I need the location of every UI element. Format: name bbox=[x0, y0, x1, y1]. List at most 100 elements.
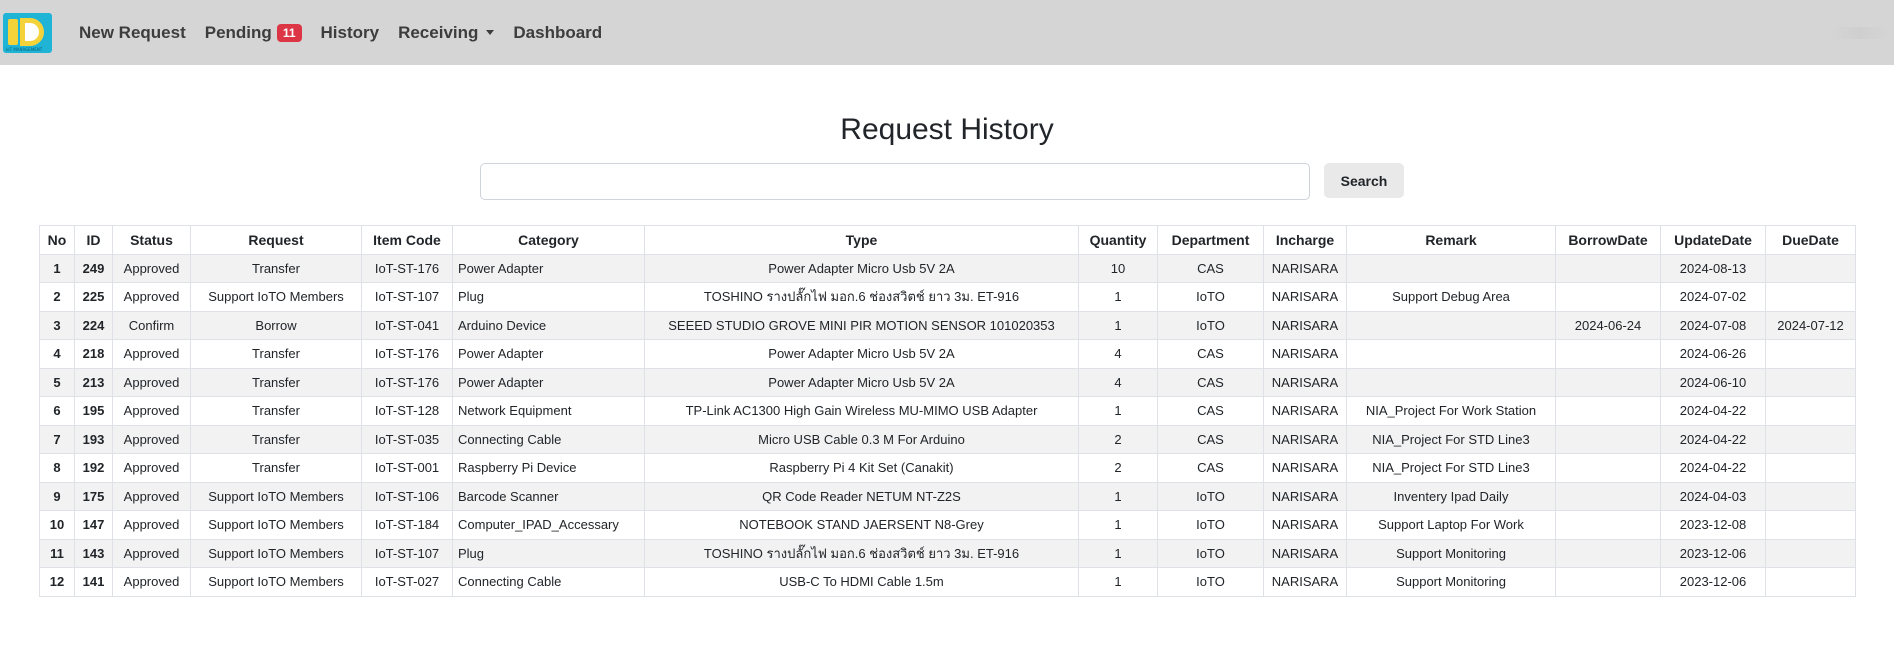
cell-type: Power Adapter Micro Usb 5V 2A bbox=[644, 253, 1079, 283]
table-row[interactable]: 12 141 Approved Support IoTO Members IoT-ST-… bbox=[39, 567, 1856, 597]
logo-letter-d bbox=[20, 17, 44, 46]
cell-incharge: NARISARA bbox=[1263, 253, 1347, 283]
cell-item-code: IoT-ST-184 bbox=[361, 510, 453, 540]
cell-due-date bbox=[1765, 253, 1856, 283]
cell-department: CAS bbox=[1157, 424, 1264, 454]
nav-history[interactable]: History bbox=[321, 23, 380, 43]
history-table-container: No ID Status Request Item Code Category Type Qu… bbox=[39, 225, 1856, 597]
table-row[interactable]: 3 224 Confirm Borrow IoT-ST-041 Arduino Devic… bbox=[39, 310, 1856, 340]
cell-status: Confirm bbox=[112, 310, 191, 340]
table-row[interactable]: 7 193 Approved Transfer IoT-ST-035 Connecting… bbox=[39, 424, 1856, 454]
logo-text: IoT MANAGEMENT bbox=[6, 46, 43, 52]
cell-update-date: 2024-08-13 bbox=[1660, 253, 1766, 283]
cell-remark: Inventery Ipad Daily bbox=[1346, 481, 1556, 511]
cell-due-date: 2024-07-12 bbox=[1765, 310, 1856, 340]
cell-incharge: NARISARA bbox=[1263, 510, 1347, 540]
column-header-borrow-date: BorrowDate bbox=[1555, 225, 1661, 255]
cell-due-date bbox=[1765, 567, 1856, 597]
table-row[interactable]: 6 195 Approved Transfer IoT-ST-128 Network Eq… bbox=[39, 396, 1856, 426]
cell-borrow-date bbox=[1555, 567, 1661, 597]
user-menu-blurred[interactable] bbox=[1830, 27, 1890, 39]
cell-request: Support IoTO Members bbox=[190, 282, 362, 312]
cell-id: 218 bbox=[74, 339, 113, 369]
table-row[interactable]: 2 225 Approved Support IoTO Members IoT-ST-1… bbox=[39, 282, 1856, 312]
cell-department: IoTO bbox=[1157, 567, 1264, 597]
cell-id: 225 bbox=[74, 282, 113, 312]
cell-quantity: 1 bbox=[1078, 396, 1158, 426]
cell-update-date: 2024-04-22 bbox=[1660, 424, 1766, 454]
cell-quantity: 1 bbox=[1078, 510, 1158, 540]
nav-pending-label: Pending bbox=[204, 22, 272, 42]
cell-update-date: 2024-06-10 bbox=[1660, 367, 1766, 397]
cell-borrow-date bbox=[1555, 367, 1661, 397]
cell-category: Power Adapter bbox=[452, 253, 645, 283]
cell-borrow-date: 2024-06-24 bbox=[1555, 310, 1661, 340]
cell-borrow-date bbox=[1555, 253, 1661, 283]
app-logo[interactable]: IoT MANAGEMENT bbox=[3, 12, 52, 53]
table-row[interactable]: 4 218 Approved Transfer IoT-ST-176 Power Adap… bbox=[39, 339, 1856, 369]
cell-category: Plug bbox=[452, 538, 645, 568]
cell-type: USB-C To HDMI Cable 1.5m bbox=[644, 567, 1079, 597]
cell-quantity: 2 bbox=[1078, 453, 1158, 483]
history-table: No ID Status Request Item Code Category Type Qu… bbox=[39, 225, 1856, 597]
cell-status: Approved bbox=[112, 367, 191, 397]
cell-remark bbox=[1346, 310, 1556, 340]
cell-update-date: 2024-06-26 bbox=[1660, 339, 1766, 369]
cell-category: Barcode Scanner bbox=[452, 481, 645, 511]
table-row[interactable]: 1 249 Approved Transfer IoT-ST-176 Power Adap… bbox=[39, 253, 1856, 283]
nav-pending[interactable]: Pending 11 bbox=[205, 23, 302, 43]
cell-item-code: IoT-ST-176 bbox=[361, 367, 453, 397]
cell-remark: NIA_Project For Work Station bbox=[1346, 396, 1556, 426]
cell-item-code: IoT-ST-128 bbox=[361, 396, 453, 426]
column-header-update-date: UpdateDate bbox=[1660, 225, 1766, 255]
cell-no: 11 bbox=[39, 538, 75, 568]
table-row[interactable]: 11 143 Approved Support IoTO Members IoT-ST-… bbox=[39, 538, 1856, 568]
cell-no: 2 bbox=[39, 282, 75, 312]
cell-due-date bbox=[1765, 396, 1856, 426]
search-input[interactable] bbox=[480, 163, 1310, 200]
cell-incharge: NARISARA bbox=[1263, 453, 1347, 483]
cell-category: Connecting Cable bbox=[452, 424, 645, 454]
column-header-quantity: Quantity bbox=[1078, 225, 1158, 255]
cell-type: TOSHINO รางปลั๊กไฟ มอก.6 ช่องสวิตช์ ยาว … bbox=[644, 282, 1079, 312]
cell-id: 224 bbox=[74, 310, 113, 340]
cell-update-date: 2024-04-03 bbox=[1660, 481, 1766, 511]
nav-menu: New Request Pending 11 History Receiving… bbox=[79, 23, 621, 43]
cell-incharge: NARISARA bbox=[1263, 282, 1347, 312]
cell-department: IoTO bbox=[1157, 538, 1264, 568]
table-row[interactable]: 9 175 Approved Support IoTO Members IoT-ST-1… bbox=[39, 481, 1856, 511]
cell-status: Approved bbox=[112, 424, 191, 454]
cell-item-code: IoT-ST-106 bbox=[361, 481, 453, 511]
cell-incharge: NARISARA bbox=[1263, 367, 1347, 397]
cell-id: 249 bbox=[74, 253, 113, 283]
nav-dashboard[interactable]: Dashboard bbox=[513, 23, 602, 43]
cell-category: Arduino Device bbox=[452, 310, 645, 340]
cell-department: CAS bbox=[1157, 253, 1264, 283]
nav-new-request[interactable]: New Request bbox=[79, 23, 186, 43]
table-body: 1 249 Approved Transfer IoT-ST-176 Power Adap… bbox=[39, 253, 1856, 597]
cell-type: NOTEBOOK STAND JAERSENT N8-Grey bbox=[644, 510, 1079, 540]
table-row[interactable]: 5 213 Approved Transfer IoT-ST-176 Power Adap… bbox=[39, 367, 1856, 397]
cell-due-date bbox=[1765, 282, 1856, 312]
cell-quantity: 1 bbox=[1078, 310, 1158, 340]
cell-update-date: 2023-12-06 bbox=[1660, 567, 1766, 597]
cell-no: 12 bbox=[39, 567, 75, 597]
cell-borrow-date bbox=[1555, 481, 1661, 511]
cell-remark bbox=[1346, 339, 1556, 369]
column-header-category: Category bbox=[452, 225, 645, 255]
cell-quantity: 4 bbox=[1078, 367, 1158, 397]
cell-item-code: IoT-ST-107 bbox=[361, 538, 453, 568]
cell-category: Plug bbox=[452, 282, 645, 312]
cell-no: 10 bbox=[39, 510, 75, 540]
cell-quantity: 1 bbox=[1078, 538, 1158, 568]
table-row[interactable]: 10 147 Approved Support IoTO Members IoT-ST-… bbox=[39, 510, 1856, 540]
table-row[interactable]: 8 192 Approved Transfer IoT-ST-001 Raspberry … bbox=[39, 453, 1856, 483]
cell-no: 9 bbox=[39, 481, 75, 511]
cell-remark: NIA_Project For STD Line3 bbox=[1346, 453, 1556, 483]
cell-incharge: NARISARA bbox=[1263, 481, 1347, 511]
cell-update-date: 2024-07-08 bbox=[1660, 310, 1766, 340]
nav-receiving-dropdown[interactable]: Receiving bbox=[398, 23, 495, 43]
cell-item-code: IoT-ST-035 bbox=[361, 424, 453, 454]
cell-request: Transfer bbox=[190, 339, 362, 369]
search-button[interactable]: Search bbox=[1324, 163, 1404, 198]
